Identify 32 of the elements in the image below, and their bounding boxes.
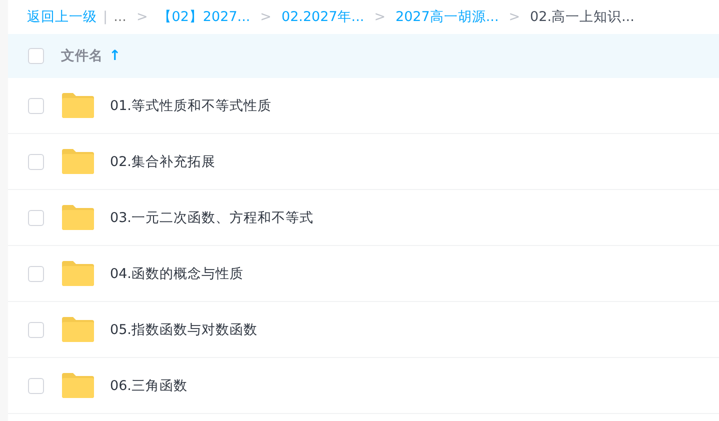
folder-name[interactable]: 04.函数的概念与性质 [110, 264, 244, 282]
back-link[interactable]: 返回上一级 [27, 8, 97, 26]
folder-icon [61, 92, 95, 119]
divider-text: | [103, 9, 108, 25]
separator-text: > [508, 9, 520, 25]
checkbox[interactable] [28, 266, 44, 282]
breadcrumb-item: 02.高一上知识... [530, 8, 634, 26]
sort-icon[interactable]: ↑ [109, 48, 121, 64]
folder-icon [61, 260, 95, 287]
folder-icon [61, 372, 95, 399]
checkbox[interactable] [28, 322, 44, 338]
folder-icon [61, 148, 95, 175]
checkbox[interactable] [28, 98, 44, 114]
checkbox[interactable] [28, 378, 44, 394]
folder-icon [61, 204, 95, 231]
collapsed-path[interactable]: ... [114, 9, 126, 25]
breadcrumb-item[interactable]: 【02】2027... [158, 8, 250, 26]
folder-name[interactable]: 01.等式性质和不等式性质 [110, 96, 272, 114]
separator-text: > [260, 9, 272, 25]
separator-text: > [136, 9, 148, 25]
checkbox[interactable] [28, 210, 44, 226]
folder-icon [61, 316, 95, 343]
column-header[interactable]: 文件名 [61, 47, 103, 65]
folder-name[interactable]: 03.一元二次函数、方程和不等式 [110, 208, 314, 226]
breadcrumb-item[interactable]: 2027高一胡源... [396, 8, 499, 26]
breadcrumb-item[interactable]: 02.2027年... [281, 8, 364, 26]
separator-text: > [374, 9, 386, 25]
folder-name[interactable]: 05.指数函数与对数函数 [110, 320, 258, 338]
checkbox[interactable] [28, 154, 44, 170]
folder-name[interactable]: 02.集合补充拓展 [110, 152, 216, 170]
checkbox[interactable] [28, 48, 44, 64]
folder-name[interactable]: 06.三角函数 [110, 376, 188, 394]
